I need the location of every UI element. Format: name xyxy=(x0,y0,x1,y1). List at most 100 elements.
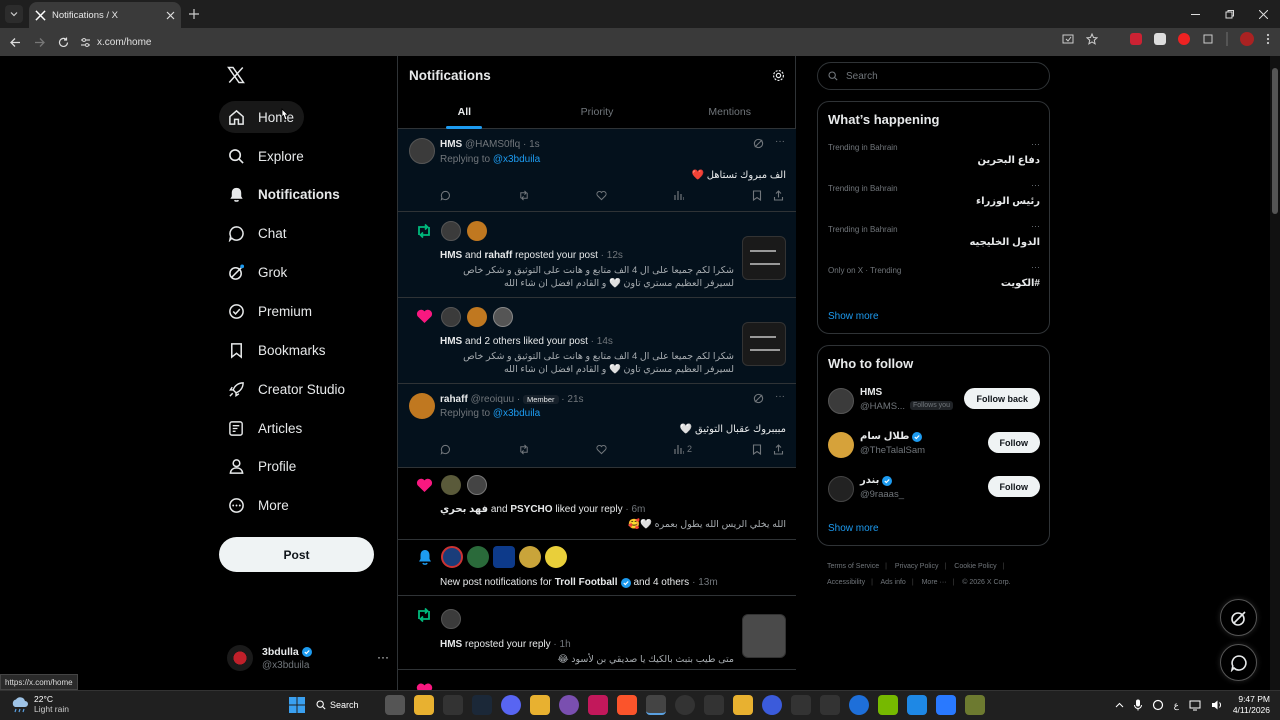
taskbar-search[interactable]: Search xyxy=(316,695,376,715)
app-icon[interactable] xyxy=(530,695,550,715)
notification-reply[interactable]: HMS @HAMS0flq · 1s Replying to @x3bduila… xyxy=(398,129,796,212)
input-language[interactable]: ع xyxy=(1174,700,1179,711)
app-icon[interactable] xyxy=(733,695,753,715)
grok-fab-button[interactable] xyxy=(1220,599,1257,636)
chat-fab-button[interactable] xyxy=(1220,644,1257,681)
post-thumbnail[interactable] xyxy=(742,614,786,658)
nav-chat[interactable]: Chat xyxy=(219,217,297,249)
chevron-up-icon[interactable] xyxy=(1115,702,1124,708)
avatar[interactable] xyxy=(467,546,489,568)
nav-home[interactable]: Home xyxy=(219,101,305,133)
like-icon[interactable] xyxy=(596,190,607,201)
minimize-button[interactable] xyxy=(1178,0,1212,28)
file-explorer-icon[interactable] xyxy=(414,695,434,715)
close-tab-icon[interactable] xyxy=(166,11,175,20)
reply-icon[interactable] xyxy=(440,444,451,455)
weather-widget[interactable]: 22°C Light rain xyxy=(10,694,69,714)
app-icon[interactable] xyxy=(443,695,463,715)
microphone-icon[interactable] xyxy=(1133,699,1142,711)
settings-icon[interactable] xyxy=(1152,699,1164,711)
bookmark-icon[interactable] xyxy=(752,444,762,455)
nav-profile[interactable]: Profile xyxy=(219,450,306,482)
tab-priority[interactable]: Priority xyxy=(531,94,664,129)
app-icon[interactable] xyxy=(907,695,927,715)
scrollbar-thumb[interactable] xyxy=(1272,68,1278,214)
more-dots-icon[interactable]: ··· xyxy=(775,391,785,402)
kebab-menu-icon[interactable] xyxy=(1266,33,1270,45)
notification-like[interactable]: فهد بحري and PSYCHO liked your reply · 6… xyxy=(398,468,796,540)
footer-link[interactable]: Terms of Service xyxy=(827,563,879,570)
nvidia-icon[interactable] xyxy=(878,695,898,715)
trend-item[interactable]: Trending in Bahrain ··· رئيس الوزراء xyxy=(828,180,1040,220)
trend-item[interactable]: Trending in Bahrain ··· الدول الخليجيه xyxy=(828,221,1040,261)
avatar[interactable] xyxy=(493,546,515,568)
grok-icon[interactable] xyxy=(753,138,764,149)
grok-icon[interactable] xyxy=(753,393,764,404)
views-icon[interactable]: 2 xyxy=(674,444,692,454)
profile-avatar-icon[interactable] xyxy=(1240,32,1254,46)
avatar[interactable] xyxy=(441,221,461,241)
app-icon[interactable] xyxy=(965,695,985,715)
like-icon[interactable] xyxy=(596,444,607,455)
cast-icon[interactable] xyxy=(1062,33,1074,45)
avatar[interactable] xyxy=(828,388,854,414)
avatar[interactable] xyxy=(545,546,567,568)
share-icon[interactable] xyxy=(773,190,784,201)
follow-suggestion[interactable]: طلال سام @TheTalalSam Follow xyxy=(828,428,1040,464)
nav-bookmarks[interactable]: Bookmarks xyxy=(219,334,336,366)
share-icon[interactable] xyxy=(773,444,784,455)
brave-icon[interactable] xyxy=(617,695,637,715)
new-tab-icon[interactable] xyxy=(189,9,199,19)
back-button[interactable] xyxy=(3,37,27,48)
adblock-extension-icon[interactable] xyxy=(1178,33,1190,45)
app-icon[interactable] xyxy=(704,695,724,715)
avatar[interactable] xyxy=(828,476,854,502)
taskbar-clock[interactable]: 9:47 PM 4/11/2026 xyxy=(1233,694,1270,716)
more-dots-icon[interactable]: ··· xyxy=(1031,180,1040,190)
avatar[interactable] xyxy=(467,475,487,495)
notification-repost[interactable]: HMS and rahaff reposted your post · 12s … xyxy=(398,212,796,298)
nav-grok[interactable]: Grok xyxy=(219,256,297,288)
url-field[interactable]: x.com/home xyxy=(80,31,1120,53)
post-thumbnail[interactable] xyxy=(742,236,786,280)
shield-extension-icon[interactable] xyxy=(1154,33,1166,45)
notification-new-posts[interactable]: New post notifications for Troll Footbal… xyxy=(398,540,796,596)
task-view-icon[interactable] xyxy=(385,695,405,715)
footer-link[interactable]: Accessibility xyxy=(827,579,865,586)
notification-reply[interactable]: rahaff @reoiquu · Member · 21s Replying … xyxy=(398,384,796,468)
chrome-icon[interactable] xyxy=(646,695,666,715)
repost-icon[interactable] xyxy=(518,190,530,201)
nav-explore[interactable]: Explore xyxy=(219,140,314,172)
site-info-icon[interactable] xyxy=(80,37,91,48)
app-icon[interactable] xyxy=(675,695,695,715)
reply-icon[interactable] xyxy=(440,190,451,201)
avatar[interactable] xyxy=(409,138,435,164)
trend-item[interactable]: Only on X · Trending ··· #الكويت xyxy=(828,262,1040,302)
app-icon[interactable] xyxy=(588,695,608,715)
follow-back-button[interactable]: Follow back xyxy=(964,388,1040,409)
more-dots-icon[interactable]: ··· xyxy=(775,136,785,147)
app-icon[interactable] xyxy=(849,695,869,715)
account-switcher[interactable]: 3bdulla @x3bduila ··· xyxy=(227,640,397,676)
more-dots-icon[interactable]: ··· xyxy=(1031,221,1040,231)
app-icon[interactable] xyxy=(559,695,579,715)
avatar[interactable] xyxy=(493,307,513,327)
repost-icon[interactable] xyxy=(518,444,530,455)
app-icon[interactable] xyxy=(762,695,782,715)
search-input[interactable]: Search xyxy=(817,62,1050,90)
notification-like[interactable]: HMS and 2 others liked your post · 14s ش… xyxy=(398,298,796,384)
avatar[interactable] xyxy=(467,307,487,327)
volume-icon[interactable] xyxy=(1211,699,1223,711)
follow-suggestion[interactable]: بندر @9raaas_ Follow xyxy=(828,472,1040,508)
app-icon[interactable] xyxy=(936,695,956,715)
avatar[interactable] xyxy=(409,393,435,419)
post-button[interactable]: Post xyxy=(219,537,374,572)
puzzle-icon[interactable] xyxy=(1202,33,1214,45)
star-icon[interactable] xyxy=(1086,33,1098,45)
notification-repost[interactable]: HMS reposted your reply · 1h متى طيب بتب… xyxy=(398,596,796,670)
footer-link[interactable]: Cookie Policy xyxy=(954,563,996,570)
more-dots-icon[interactable]: ··· xyxy=(377,650,389,664)
reload-button[interactable] xyxy=(51,37,75,48)
steam-icon[interactable] xyxy=(472,695,492,715)
browser-tab[interactable]: Notifications / X xyxy=(29,2,181,28)
